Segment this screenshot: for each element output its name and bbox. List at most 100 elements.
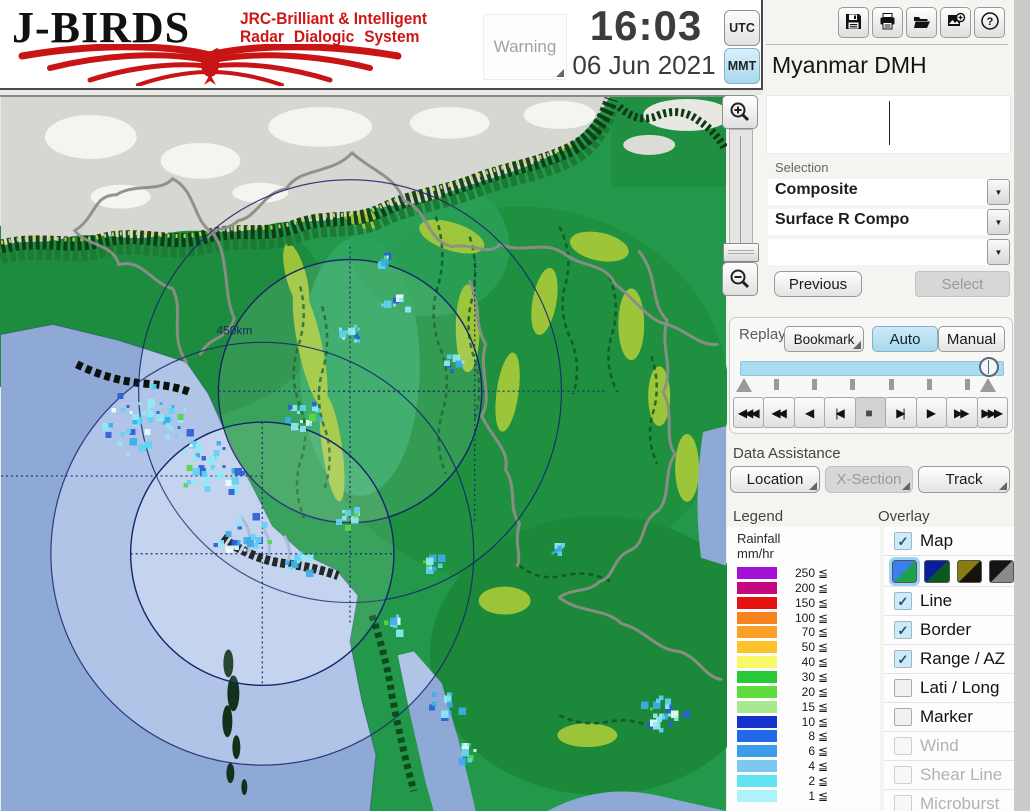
open-folder-button[interactable] (906, 7, 937, 38)
timeline-tick (964, 379, 970, 390)
eagle-logo-icon (18, 44, 402, 86)
legend-color-swatch (737, 685, 777, 698)
chevron-down-icon[interactable]: ▼ (987, 179, 1010, 205)
timeline-tick (926, 379, 932, 390)
station-display-box[interactable] (766, 95, 1011, 154)
timeline-start-marker[interactable] (736, 378, 752, 392)
legend-title: Rainfall (737, 531, 781, 546)
overlay-item-line[interactable]: ✓ Line (884, 587, 1014, 616)
manual-button[interactable]: Manual (938, 326, 1005, 352)
legend-row: 2 ≦ (737, 773, 880, 788)
play-icon: ▶ (926, 405, 936, 420)
map-style-2[interactable] (924, 559, 950, 583)
legend-row: 8 ≦ (737, 729, 880, 744)
step-forward-button[interactable]: ▶| (885, 397, 917, 428)
replay-group: Replay Bookmark Auto Manual ◀◀◀ ◀◀ ◀ |◀ ■ ▶| ▶… (729, 317, 1013, 434)
step-backward-button[interactable]: |◀ (824, 397, 856, 428)
legend-operator: ≦ (818, 788, 829, 803)
overlay-item-label: Marker (920, 707, 973, 726)
legend-operator: ≦ (818, 714, 829, 729)
play-button[interactable]: ▶ (915, 397, 948, 428)
checkbox-marker[interactable] (894, 708, 912, 726)
timeline-track[interactable] (740, 361, 1004, 376)
bookmark-button[interactable]: Bookmark (784, 326, 864, 352)
magnifier-minus-icon (730, 269, 750, 289)
help-button[interactable]: ? (974, 7, 1005, 38)
overlay-item-marker[interactable]: Marker (884, 703, 1014, 732)
overlay-item-label: Map (920, 531, 954, 550)
panel-collapse-strip[interactable] (1014, 0, 1030, 811)
utc-button[interactable]: UTC (724, 10, 760, 46)
chevron-down-icon[interactable]: ▼ (987, 239, 1010, 265)
radar-map[interactable]: 450km (0, 95, 727, 811)
overlay-item-label: Line (920, 591, 953, 610)
svg-text:?: ? (986, 16, 993, 28)
clock-date: 06 Jun 2021 (572, 50, 716, 80)
fast-rewind-button[interactable]: ◀◀ (763, 397, 795, 428)
warning-button[interactable]: Warning (483, 14, 567, 80)
legend-row: 100 ≦ (737, 610, 880, 625)
map-style-4[interactable] (988, 559, 1014, 583)
select-button[interactable]: Select (915, 271, 1010, 297)
legend-color-swatch (737, 730, 777, 743)
overlay-item-lati-long[interactable]: Lati / Long (884, 674, 1014, 703)
timeline-ticks (774, 379, 970, 390)
timeline-tick (812, 379, 818, 390)
chevron-down-icon[interactable]: ▼ (987, 209, 1010, 235)
play-reverse-icon: ◀ (804, 405, 814, 420)
legend-value: 2 (808, 773, 815, 788)
legend-row: 70 ≦ (737, 625, 880, 640)
stop-button[interactable]: ■ (854, 397, 887, 428)
checkbox-line[interactable]: ✓ (894, 592, 912, 610)
toolbar: ? (838, 7, 1005, 38)
zoom-out-button[interactable] (722, 262, 758, 296)
checkbox-range-az[interactable]: ✓ (894, 650, 912, 668)
mmt-button[interactable]: MMT (724, 48, 760, 84)
fastest-forward-icon: ▶▶▶ (981, 405, 1003, 420)
print-button[interactable] (872, 7, 903, 38)
zoom-slider-handle[interactable] (723, 243, 759, 262)
track-button[interactable]: Track (918, 466, 1010, 493)
dropdown-product[interactable]: Surface R Compo ▼ (768, 209, 1010, 235)
legend-operator: ≦ (818, 684, 829, 699)
dropdown-empty[interactable]: ▼ (768, 239, 1010, 265)
map-style-3[interactable] (956, 559, 982, 583)
dropdown-composite[interactable]: Composite ▼ (768, 179, 1010, 205)
legend-color-swatch (737, 581, 777, 594)
rainfall-legend: Rainfall mm/hr 250 ≦ 200 ≦ 150 ≦ 100 ≦ 70 ≦ 50 ≦ 40 ≦… (727, 527, 880, 811)
checkbox-lati-long[interactable] (894, 679, 912, 697)
auto-button[interactable]: Auto (872, 326, 938, 352)
legend-unit: mm/hr (737, 546, 774, 562)
open-folder-icon (912, 12, 932, 34)
add-image-button[interactable] (940, 7, 971, 38)
play-reverse-button[interactable]: ◀ (793, 397, 826, 428)
checkbox-border[interactable]: ✓ (894, 621, 912, 639)
fastest-rewind-button[interactable]: ◀◀◀ (733, 397, 765, 428)
overlay-item-map[interactable]: ✓ Map (884, 527, 1014, 556)
legend-color-swatch (737, 715, 777, 728)
zoom-in-button[interactable] (722, 95, 758, 129)
legend-row: 250 ≦ (737, 566, 880, 581)
range-ring-label: 450km (216, 323, 252, 337)
check-icon: ✓ (897, 533, 909, 549)
legend-color-swatch (737, 670, 777, 683)
legend-value: 30 (801, 669, 815, 684)
timeline-end-marker[interactable] (980, 378, 996, 392)
legend-color-swatch (737, 700, 777, 713)
legend-row: 20 ≦ (737, 684, 880, 699)
fast-forward-button[interactable]: ▶▶ (946, 397, 978, 428)
timeline-handle[interactable] (979, 357, 999, 377)
fastest-forward-button[interactable]: ▶▶▶ (976, 397, 1008, 428)
location-button[interactable]: Location (730, 466, 820, 493)
overlay-item-range-az[interactable]: ✓ Range / AZ (884, 645, 1014, 674)
previous-button[interactable]: Previous (774, 271, 862, 297)
page-title: Myanmar DMH (772, 52, 927, 78)
map-style-1-selected[interactable] (888, 556, 921, 586)
legend-value: 100 (794, 610, 815, 625)
checkbox-map[interactable]: ✓ (894, 532, 912, 550)
app-window: J-BIRDS JRC-Brilliant & Intelligent Rada… (0, 0, 1030, 811)
overlay-item-border[interactable]: ✓ Border (884, 616, 1014, 645)
legend-value: 70 (801, 625, 815, 640)
save-button[interactable] (838, 7, 869, 38)
x-section-button[interactable]: X-Section (825, 466, 913, 493)
